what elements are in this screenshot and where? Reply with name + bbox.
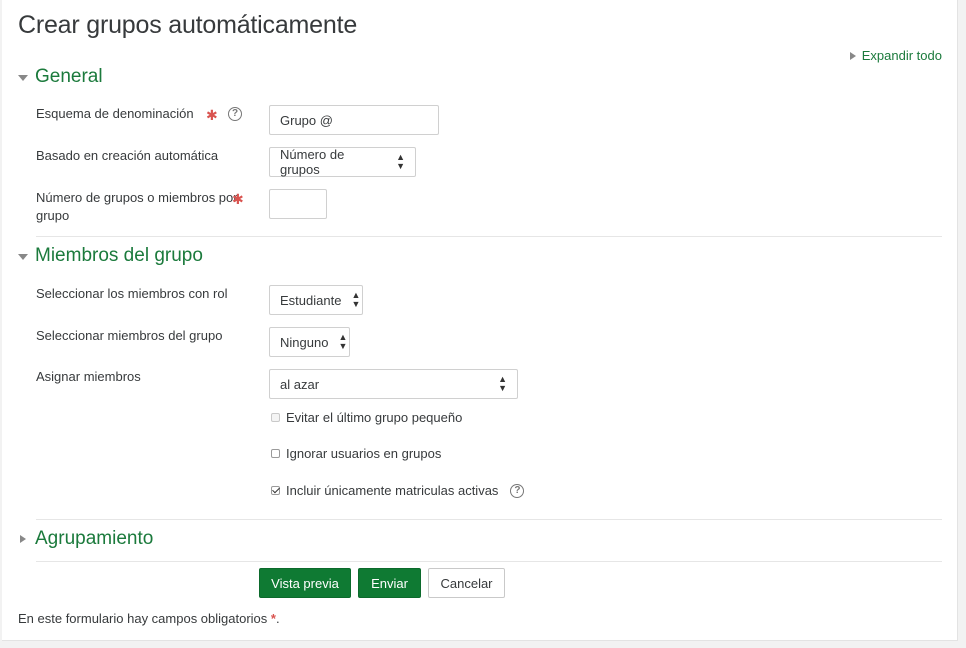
checkbox[interactable] bbox=[271, 486, 280, 495]
option-label: Incluir únicamente matriculas activas bbox=[286, 483, 499, 498]
help-question-icon[interactable]: ? bbox=[228, 107, 242, 121]
caret-right-icon bbox=[849, 51, 856, 60]
group-count-label-line1: Número de grupos o miembros por bbox=[36, 190, 238, 205]
allocate-select[interactable]: al azar ▲ ▼ bbox=[269, 369, 518, 399]
cancel-button[interactable]: Cancelar bbox=[428, 568, 505, 598]
up-down-arrows-icon: ▲ ▼ bbox=[338, 332, 348, 351]
naming-scheme-label: Esquema de denominación bbox=[36, 106, 194, 121]
page-title: Crear grupos automáticamente bbox=[18, 11, 358, 39]
allocate-label: Asignar miembros bbox=[36, 369, 141, 384]
role-label: Seleccionar los miembros con rol bbox=[36, 286, 228, 301]
group-members-label: Seleccionar miembros del grupo bbox=[36, 328, 223, 343]
section-header-general[interactable]: General bbox=[18, 66, 103, 88]
option-ignore-grouped-users[interactable]: Ignorar usuarios en grupos bbox=[271, 446, 441, 461]
expand-all-label: Expandir todo bbox=[861, 48, 942, 63]
naming-scheme-input[interactable]: Grupo @ bbox=[269, 105, 439, 135]
option-active-enrolments-only[interactable]: Incluir únicamente matriculas activas ? bbox=[271, 483, 525, 498]
section-title-general: General bbox=[35, 66, 103, 87]
based-on-select[interactable]: Número de grupos ▲ ▼ bbox=[269, 147, 416, 177]
caret-down-icon bbox=[18, 254, 28, 260]
required-fields-note: En este formulario hay campos obligatori… bbox=[18, 611, 280, 626]
section-header-grouping[interactable]: Agrupamiento bbox=[18, 528, 153, 550]
based-on-value: Número de grupos bbox=[280, 147, 345, 177]
help-question-icon[interactable]: ? bbox=[510, 483, 525, 498]
up-down-arrows-icon: ▲ ▼ bbox=[498, 374, 507, 393]
up-down-arrows-icon: ▲ ▼ bbox=[351, 290, 361, 309]
caret-right-icon bbox=[20, 535, 26, 543]
submit-button[interactable]: Enviar bbox=[358, 568, 421, 598]
required-asterisk-icon: ✱ bbox=[232, 191, 244, 207]
caret-down-icon bbox=[18, 75, 28, 81]
required-asterisk-icon: ✱ bbox=[206, 107, 218, 123]
option-label: Evitar el último grupo pequeño bbox=[286, 410, 463, 425]
required-note-text: En este formulario hay campos obligatori… bbox=[18, 611, 268, 626]
allocate-value: al azar bbox=[280, 376, 320, 392]
preview-button[interactable]: Vista previa bbox=[259, 568, 351, 598]
section-title-members: Miembros del grupo bbox=[35, 245, 203, 266]
option-avoid-small-group[interactable]: Evitar el último grupo pequeño bbox=[271, 410, 462, 425]
checkbox[interactable] bbox=[271, 449, 280, 458]
section-divider bbox=[36, 519, 942, 520]
group-members-value: Ninguno bbox=[280, 334, 329, 350]
role-value: Estudiante bbox=[280, 292, 342, 308]
up-down-arrows-icon: ▲ ▼ bbox=[396, 152, 405, 171]
expand-all-link[interactable]: Expandir todo bbox=[849, 48, 942, 63]
role-select[interactable]: Estudiante ▲ ▼ bbox=[269, 285, 363, 315]
section-header-members[interactable]: Miembros del grupo bbox=[18, 245, 203, 267]
section-divider bbox=[36, 561, 942, 562]
based-on-label: Basado en creación automática bbox=[36, 148, 219, 163]
section-divider bbox=[36, 236, 942, 237]
group-count-input[interactable] bbox=[269, 189, 327, 219]
form-card: Crear grupos automáticamente Expandir to… bbox=[2, 0, 958, 641]
checkbox[interactable] bbox=[271, 413, 280, 422]
group-members-select[interactable]: Ninguno ▲ ▼ bbox=[269, 327, 350, 357]
option-label: Ignorar usuarios en grupos bbox=[286, 446, 442, 461]
required-note-end: . bbox=[275, 611, 280, 626]
section-title-grouping: Agrupamiento bbox=[35, 528, 154, 549]
group-count-label: Número de grupos o miembros por grupo bbox=[36, 189, 238, 225]
group-count-label-line2: grupo bbox=[36, 208, 70, 223]
